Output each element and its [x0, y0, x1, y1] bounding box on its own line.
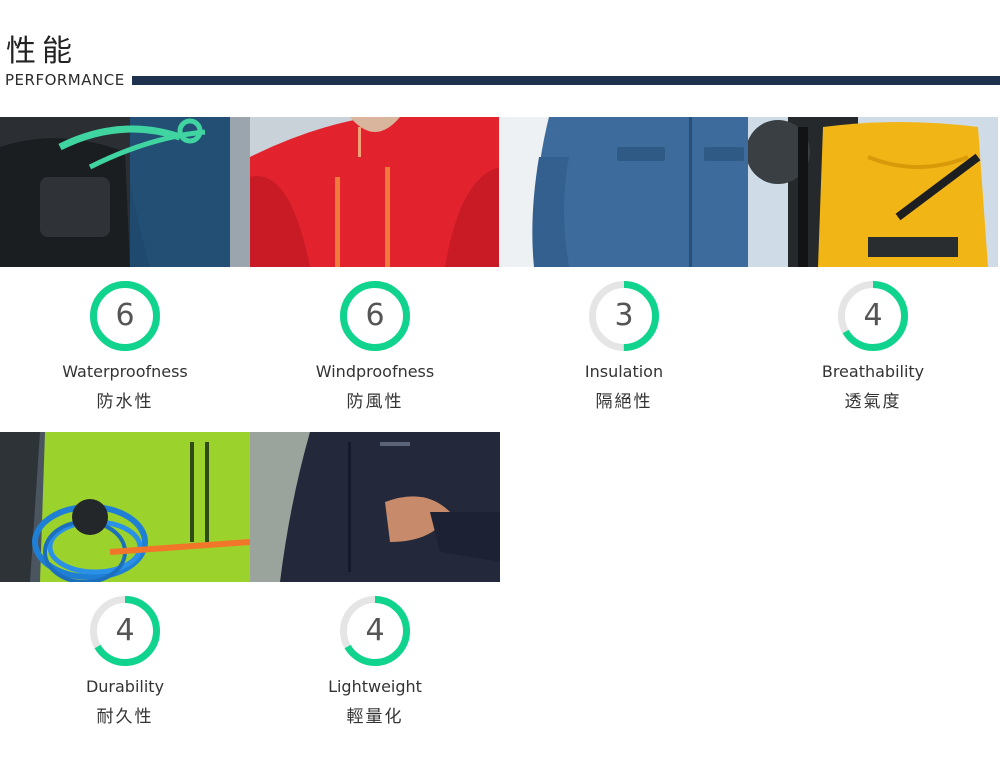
photo-backpack-blue-jacket	[0, 117, 250, 267]
score-ring: 4	[338, 594, 412, 668]
feature-card-waterproofness: 6 Waterproofness 防水性	[0, 117, 250, 412]
page-title-zh: 性能	[6, 34, 78, 69]
feature-label-en: Insulation	[584, 362, 664, 381]
feature-card-lightweight: 4 Lightweight 輕量化	[250, 432, 500, 727]
score-ring: 3	[587, 279, 661, 353]
feature-label-en: Waterproofness	[62, 362, 188, 381]
feature-card-windproofness: 6 Windproofness 防風性	[250, 117, 500, 412]
feature-card-breathability: 4 Breathability 透氣度	[748, 117, 998, 412]
score-value: 6	[365, 298, 385, 333]
score-value: 4	[863, 298, 883, 333]
score-ring: 4	[836, 279, 910, 353]
page-title-en: PERFORMANCE	[5, 71, 125, 89]
score-value: 6	[115, 298, 135, 333]
score-ring: 6	[88, 279, 162, 353]
feature-label-en: Lightweight	[328, 677, 422, 696]
photo-green-jacket-rope	[0, 432, 250, 582]
title-divider-bar	[132, 76, 1000, 85]
feature-label-zh: 耐久性	[96, 707, 154, 727]
feature-label-zh: 隔絕性	[595, 392, 653, 412]
score-ring: 6	[338, 279, 412, 353]
photo-blue-insulated-jacket	[499, 117, 749, 267]
feature-label-en: Breathability	[821, 362, 925, 381]
score-value: 3	[614, 298, 634, 333]
feature-label-en: Windproofness	[315, 362, 435, 381]
photo-black-jacket-runner	[250, 432, 500, 582]
photo-red-jacket	[250, 117, 500, 267]
score-value: 4	[115, 613, 135, 648]
score-ring: 4	[88, 594, 162, 668]
feature-label-zh: 透氣度	[844, 392, 902, 412]
feature-label-en: Durability	[85, 677, 165, 696]
score-value: 4	[365, 613, 385, 648]
feature-label-zh: 輕量化	[346, 707, 404, 727]
feature-label-zh: 防水性	[96, 392, 154, 412]
feature-label-zh: 防風性	[346, 392, 404, 412]
photo-yellow-jacket-helmet	[748, 117, 998, 267]
feature-card-insulation: 3 Insulation 隔絕性	[499, 117, 749, 412]
feature-card-durability: 4 Durability 耐久性	[0, 432, 250, 727]
